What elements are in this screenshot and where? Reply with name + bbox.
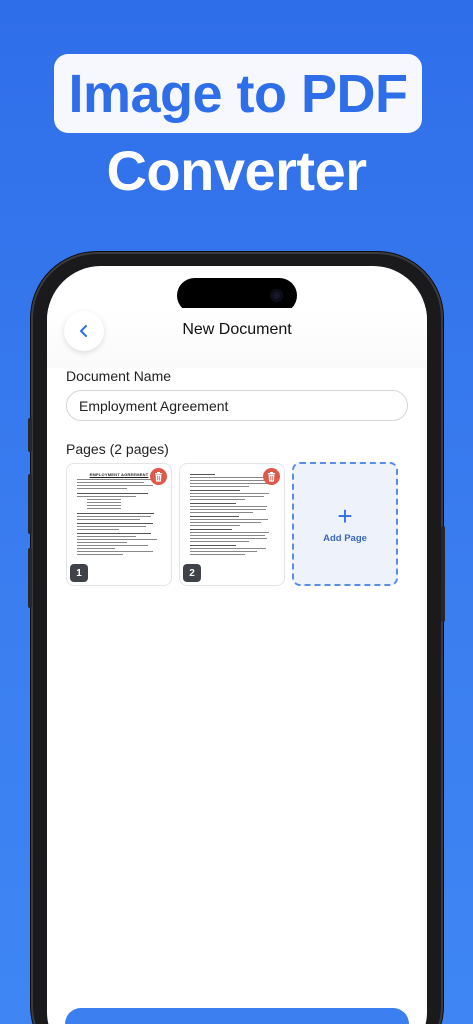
document-name-label: Document Name [66, 368, 172, 384]
page-title: New Document [182, 321, 292, 338]
page-preview: EMPLOYMENT AGREEMENT [77, 472, 161, 557]
hero-title: Image to PDF [68, 63, 408, 124]
page-thumbnail-2[interactable]: 2 [179, 463, 285, 586]
page-number-badge: 1 [70, 564, 88, 582]
pages-label: Pages (2 pages) [66, 441, 169, 457]
trash-icon [155, 471, 162, 482]
add-page-button[interactable]: + Add Page [292, 462, 398, 586]
document-name-input[interactable] [66, 390, 408, 421]
phone-volume-down-button [28, 548, 32, 608]
page-thumbnail-1[interactable]: EMPLOYMENT AGREEMENT 1 [66, 463, 172, 586]
phone-power-button [441, 526, 445, 622]
phone-volume-up-button [28, 474, 32, 534]
trash-icon [268, 471, 275, 482]
camera-icon [270, 289, 283, 302]
plus-icon: + [337, 500, 353, 531]
primary-action-button[interactable] [65, 1008, 409, 1024]
delete-page-button-1[interactable] [150, 468, 167, 485]
add-page-label: Add Page [323, 532, 367, 544]
page-number-badge: 2 [183, 564, 201, 582]
page-preview [190, 472, 274, 557]
page-heading: EMPLOYMENT AGREEMENT [89, 472, 149, 477]
phone-action-button [28, 418, 32, 452]
hero-subtitle: Converter [106, 139, 367, 202]
app-screen: New Document Document Name Pages (2 page… [47, 266, 427, 1024]
hero-title-box: Image to PDF [54, 54, 422, 133]
nav-bar: New Document [47, 308, 427, 368]
delete-page-button-2[interactable] [263, 468, 280, 485]
